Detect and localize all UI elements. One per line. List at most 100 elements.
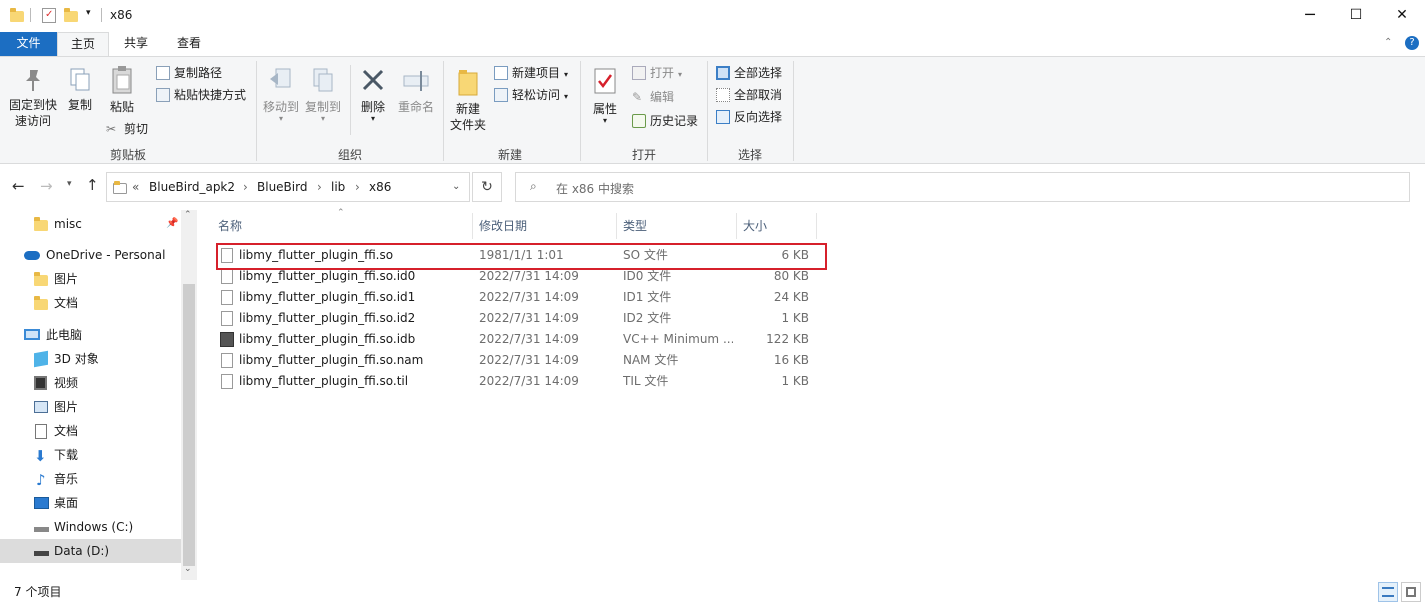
new-folder-quick-icon[interactable]	[64, 8, 78, 23]
delete-label: 删除	[360, 100, 385, 114]
edit-button[interactable]: ✎ 编辑	[632, 87, 674, 107]
history-button[interactable]: 历史记录	[632, 111, 698, 131]
details-view-icon	[1382, 587, 1394, 597]
easy-access-button[interactable]: 轻松访问 ▾	[494, 85, 568, 105]
breadcrumb-separator-icon[interactable]: ›	[317, 180, 322, 194]
select-none-button[interactable]: 全部取消	[716, 85, 782, 105]
file-row[interactable]: libmy_flutter_plugin_ffi.so.til 2022/7/3…	[217, 371, 812, 392]
music-note-icon: ♪	[36, 471, 46, 489]
item-count: 7 个项目	[14, 585, 62, 599]
nav-item-this-pc[interactable]: 此电脑	[0, 323, 181, 347]
properties-button[interactable]: 属性 ▾	[588, 67, 622, 125]
details-view-button[interactable]	[1378, 582, 1398, 602]
paste-shortcut-button[interactable]: 粘贴快捷方式	[156, 85, 246, 105]
nav-item-misc[interactable]: misc 📌	[0, 212, 181, 236]
column-header-type[interactable]: 类型	[617, 213, 737, 239]
forward-arrow-icon[interactable]: →	[40, 177, 53, 195]
refresh-button[interactable]: ↻	[472, 172, 502, 202]
file-row[interactable]: libmy_flutter_plugin_ffi.so.nam 2022/7/3…	[217, 350, 812, 371]
nav-item-documents[interactable]: 文档	[0, 419, 181, 443]
navigation-pane: misc 📌 OneDrive - Personal 图片 文档 此电脑 3D …	[0, 210, 197, 580]
close-button[interactable]: ✕	[1379, 0, 1425, 32]
large-icons-view-button[interactable]	[1401, 582, 1421, 602]
rename-button[interactable]: 重命名	[394, 67, 438, 115]
open-button[interactable]: 打开 ▾	[632, 63, 682, 83]
minimize-button[interactable]: ─	[1287, 0, 1333, 32]
file-row[interactable]: libmy_flutter_plugin_ffi.so.id1 2022/7/3…	[217, 287, 812, 308]
file-row[interactable]: libmy_flutter_plugin_ffi.so.id2 2022/7/3…	[217, 308, 812, 329]
properties-quick-icon[interactable]: ✓	[42, 8, 56, 23]
copy-label: 复制	[67, 98, 92, 112]
up-arrow-icon[interactable]: ↑	[86, 176, 99, 194]
select-all-button[interactable]: 全部选择	[716, 63, 782, 83]
window-title: x86	[110, 8, 133, 22]
paste-icon	[112, 66, 132, 94]
nav-item-onedrive-documents[interactable]: 文档	[0, 291, 181, 315]
cloud-icon	[24, 251, 40, 260]
nav-item-windows-c[interactable]: Windows (C:)	[0, 515, 181, 539]
tab-view[interactable]: 查看	[166, 32, 212, 56]
folder-icon	[34, 217, 48, 232]
pin-label-1: 固定到快	[8, 98, 57, 112]
nav-item-videos[interactable]: 视频	[0, 371, 181, 395]
folder-icon	[34, 296, 48, 311]
breadcrumb-separator-icon[interactable]: ›	[243, 180, 248, 194]
move-to-button[interactable]: 移动到 ▾	[261, 67, 301, 123]
copy-to-icon	[313, 68, 333, 92]
help-icon[interactable]: ?	[1405, 36, 1419, 50]
file-icon	[221, 353, 233, 368]
column-header-name[interactable]: 名称	[212, 213, 473, 239]
breadcrumb-lib[interactable]: lib	[331, 180, 345, 194]
breadcrumb-bluebird-apk2[interactable]: BlueBird_apk2	[149, 180, 235, 194]
nav-item-desktop[interactable]: 桌面	[0, 491, 181, 515]
scrollbar-thumb[interactable]	[183, 284, 195, 566]
column-header-size[interactable]: 大小	[737, 213, 817, 239]
breadcrumb-separator-icon[interactable]: ›	[355, 180, 360, 194]
nav-item-music[interactable]: ♪ 音乐	[0, 467, 181, 491]
dropdown-icon: ▾	[602, 116, 607, 125]
pin-icon[interactable]: 📌	[166, 212, 178, 236]
address-bar[interactable]: « BlueBird_apk2 › BlueBird › lib › x86 ⌄	[106, 172, 470, 202]
group-label-open: 打开	[631, 148, 656, 162]
scissors-icon: ✂	[106, 122, 117, 136]
folder-icon	[34, 272, 48, 287]
cube-icon	[34, 350, 48, 368]
nav-item-onedrive[interactable]: OneDrive - Personal	[0, 243, 181, 267]
group-label-new: 新建	[497, 148, 522, 162]
back-arrow-icon[interactable]: ←	[12, 177, 25, 195]
new-folder-label-2: 文件夹	[449, 118, 486, 132]
collapse-ribbon-icon[interactable]: ⌃	[1384, 37, 1392, 48]
new-item-button[interactable]: 新建项目 ▾	[494, 63, 568, 83]
overflow-crumb[interactable]: «	[132, 180, 139, 194]
breadcrumb-x86[interactable]: x86	[369, 180, 391, 194]
delete-button[interactable]: 删除 ▾	[356, 67, 390, 123]
recent-locations-chevron-icon[interactable]: ▾	[67, 179, 72, 189]
column-header-date[interactable]: 修改日期	[473, 213, 617, 239]
folder-icon	[10, 8, 24, 23]
nav-item-downloads[interactable]: ⬇ 下载	[0, 443, 181, 467]
tab-file[interactable]: 文件	[0, 32, 57, 56]
paste-button[interactable]: 粘贴	[104, 65, 140, 115]
pin-quick-access-button[interactable]: 固定到快 速访问	[6, 67, 60, 129]
select-all-icon	[716, 66, 730, 80]
copy-button[interactable]: 复制	[64, 67, 96, 113]
search-box[interactable]: ⌕ 在 x86 中搜索	[515, 172, 1410, 202]
group-label-select: 选择	[737, 148, 762, 162]
address-dropdown-icon[interactable]: ⌄	[452, 181, 460, 192]
copy-to-button[interactable]: 复制到 ▾	[303, 67, 343, 123]
copy-path-button[interactable]: 复制路径	[156, 63, 222, 83]
customize-quick-access-icon[interactable]: ▾	[86, 8, 91, 18]
breadcrumb-bluebird[interactable]: BlueBird	[257, 180, 307, 194]
tab-share[interactable]: 共享	[113, 32, 159, 56]
tab-home[interactable]: 主页	[57, 32, 109, 56]
nav-item-3d-objects[interactable]: 3D 对象	[0, 347, 181, 371]
new-folder-button[interactable]: 新建 文件夹	[448, 67, 488, 133]
scroll-up-icon[interactable]: ⌃	[184, 210, 192, 220]
nav-item-data-d[interactable]: Data (D:)	[0, 539, 181, 563]
nav-item-pictures[interactable]: 图片	[0, 395, 181, 419]
nav-item-onedrive-pictures[interactable]: 图片	[0, 267, 181, 291]
maximize-button[interactable]: ☐	[1333, 0, 1379, 32]
file-row[interactable]: libmy_flutter_plugin_ffi.so.idb 2022/7/3…	[217, 329, 812, 350]
cut-button[interactable]: ✂ 剪切	[106, 119, 148, 139]
invert-selection-button[interactable]: 反向选择	[716, 107, 782, 127]
